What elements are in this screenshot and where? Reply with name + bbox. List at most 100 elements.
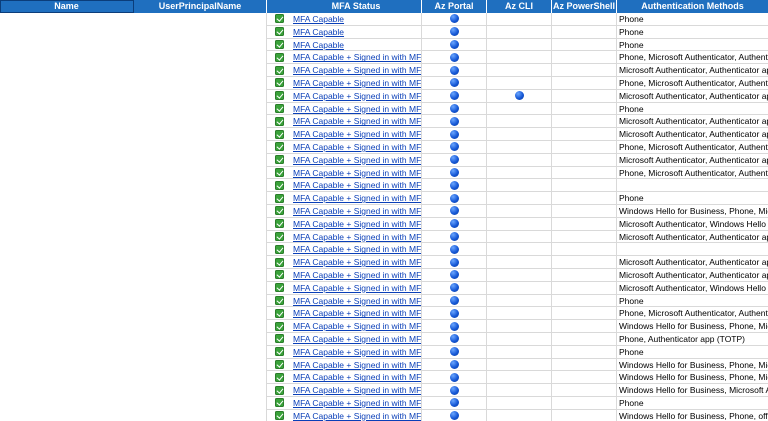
mfa-status-link[interactable]: MFA Capable + Signed in with MFA <box>293 142 421 152</box>
mfa-status-link[interactable]: MFA Capable + Signed in with MFA <box>293 372 421 382</box>
az-portal-cell <box>422 204 487 218</box>
mfa-status-cell: MFA Capable + Signed in with MFA <box>291 89 422 103</box>
mfa-check-cell <box>267 64 291 77</box>
mfa-status-link[interactable]: MFA Capable + Signed in with MFA <box>293 91 421 101</box>
header-check-column[interactable] <box>267 0 291 13</box>
mfa-check-cell <box>267 179 291 193</box>
header-authentication-methods[interactable]: Authentication Methods <box>617 0 768 13</box>
table-row[interactable]: MFA Capable + Signed in with MFA Microsof… <box>267 128 768 141</box>
table-row[interactable]: MFA Capable + Signed in with MFA Microsof… <box>267 230 768 244</box>
table-row[interactable]: MFA Capable + Signed in with MFA Phone, M… <box>267 76 768 90</box>
mfa-status-link[interactable]: MFA Capable + Signed in with MFA <box>293 308 421 318</box>
mfa-status-link[interactable]: MFA Capable + Signed in with MFA <box>293 104 421 114</box>
check-icon <box>274 372 284 382</box>
check-icon <box>274 257 284 267</box>
check-icon <box>274 347 284 357</box>
table-row[interactable]: MFA Capable + Signed in with MFA Phone, A… <box>267 332 768 346</box>
table-row[interactable]: MFA Capable + Signed in with MFA <box>267 179 768 193</box>
mfa-status-link[interactable]: MFA Capable + Signed in with MFA <box>293 360 421 370</box>
mfa-status-link[interactable]: MFA Capable <box>293 40 344 50</box>
mfa-check-cell <box>267 90 291 103</box>
table-row[interactable]: MFA Capable + Signed in with MFA Phone <box>267 345 768 359</box>
mfa-status-link[interactable]: MFA Capable + Signed in with MFA <box>293 296 421 306</box>
table-row[interactable]: MFA Capable + Signed in with MFA Microsof… <box>267 217 768 231</box>
table-row[interactable]: MFA Capable + Signed in with MFA Phone <box>267 102 768 116</box>
table-row[interactable]: MFA Capable + Signed in with MFA Phone <box>267 294 768 308</box>
mfa-status-link[interactable]: MFA Capable <box>293 27 344 37</box>
table-row[interactable]: MFA Capable + Signed in with MFA Phone, M… <box>267 140 768 154</box>
authentication-methods-cell: Phone <box>617 295 768 308</box>
table-row[interactable]: MFA Capable + Signed in with MFA Microsof… <box>267 89 768 103</box>
mfa-status-link[interactable]: MFA Capable + Signed in with MFA <box>293 244 421 254</box>
table-row[interactable]: MFA Capable + Signed in with MFA Microsof… <box>267 64 768 77</box>
table-row[interactable]: MFA Capable + Signed in with MFA Microsof… <box>267 256 768 269</box>
table-row[interactable]: MFA Capable + Signed in with MFA Microsof… <box>267 153 768 167</box>
mfa-status-link[interactable]: MFA Capable + Signed in with MFA <box>293 168 421 178</box>
header-mfa-status[interactable]: MFA Status <box>291 0 422 13</box>
table-row[interactable]: MFA Capable + Signed in with MFA Windows … <box>267 358 768 372</box>
mfa-status-cell: MFA Capable + Signed in with MFA <box>291 179 422 193</box>
mfa-status-link[interactable]: MFA Capable + Signed in with MFA <box>293 232 421 242</box>
mfa-status-link[interactable]: MFA Capable + Signed in with MFA <box>293 193 421 203</box>
az-cli-cell <box>487 320 552 333</box>
header-az-powershell[interactable]: Az PowerShell <box>552 0 617 13</box>
az-portal-cell <box>422 51 487 65</box>
az-powershell-cell <box>552 204 617 218</box>
table-row[interactable]: MFA Capable + Signed in with MFA Phone <box>267 192 768 205</box>
table-row[interactable]: MFA Capable + Signed in with MFA Windows … <box>267 204 768 218</box>
table-row[interactable]: MFA Capable + Signed in with MFA Microsof… <box>267 281 768 295</box>
table-row[interactable]: MFA Capable + Signed in with MFA Windows … <box>267 384 768 397</box>
az-powershell-cell <box>552 409 617 421</box>
mfa-status-link[interactable]: MFA Capable + Signed in with MFA <box>293 129 421 139</box>
header-az-portal[interactable]: Az Portal <box>422 0 487 13</box>
mfa-status-link[interactable]: MFA Capable + Signed in with MFA <box>293 347 421 357</box>
header-name[interactable]: Name <box>0 0 134 13</box>
spreadsheet: Name UserPrincipalName MFA Status Az Por… <box>0 0 768 421</box>
mfa-status-link[interactable]: MFA Capable + Signed in with MFA <box>293 257 421 267</box>
table-row[interactable]: MFA Capable + Signed in with MFA Phone <box>267 396 768 410</box>
mfa-status-link[interactable]: MFA Capable + Signed in with MFA <box>293 334 421 344</box>
mfa-check-cell <box>267 397 291 410</box>
mfa-status-link[interactable]: MFA Capable + Signed in with MFA <box>293 219 421 229</box>
table-row[interactable]: MFA Capable + Signed in with MFA Phone, M… <box>267 51 768 65</box>
redacted-name-upn-area <box>0 13 267 421</box>
table-row[interactable]: MFA Capable + Signed in with MFA Phone, M… <box>267 307 768 321</box>
blue-dot-icon <box>449 283 459 293</box>
table-row[interactable]: MFA Capable + Signed in with MFA Windows … <box>267 320 768 333</box>
table-row[interactable]: MFA Capable + Signed in with MFA Phone, M… <box>267 166 768 180</box>
table-row[interactable]: MFA Capable Phone <box>267 25 768 39</box>
mfa-status-link[interactable]: MFA Capable + Signed in with MFA <box>293 321 421 331</box>
mfa-status-link[interactable]: MFA Capable + Signed in with MFA <box>293 52 421 62</box>
mfa-status-link[interactable]: MFA Capable + Signed in with MFA <box>293 65 421 75</box>
az-portal-cell <box>422 332 487 346</box>
az-cli-cell <box>487 25 552 39</box>
mfa-status-link[interactable]: MFA Capable <box>293 14 344 24</box>
mfa-status-link[interactable]: MFA Capable + Signed in with MFA <box>293 283 421 293</box>
header-user-principal-name[interactable]: UserPrincipalName <box>134 0 267 13</box>
mfa-status-link[interactable]: MFA Capable + Signed in with MFA <box>293 270 421 280</box>
authentication-methods-cell: Microsoft Authenticator, Windows Hello f <box>617 218 768 231</box>
az-cli-cell <box>487 307 552 321</box>
mfa-status-link[interactable]: MFA Capable + Signed in with MFA <box>293 411 421 421</box>
table-row[interactable]: MFA Capable + Signed in with MFA Microsof… <box>267 115 768 129</box>
table-row[interactable]: MFA Capable + Signed in with MFA Windows … <box>267 371 768 385</box>
table-row[interactable]: MFA Capable + Signed in with MFA Windows … <box>267 409 768 421</box>
table-row[interactable]: MFA Capable + Signed in with MFA Microsof… <box>267 268 768 282</box>
table-row[interactable]: MFA Capable Phone <box>267 38 768 52</box>
table-row[interactable]: MFA Capable Phone <box>267 13 768 26</box>
table-row[interactable]: MFA Capable + Signed in with MFA <box>267 243 768 257</box>
mfa-status-link[interactable]: MFA Capable + Signed in with MFA <box>293 385 421 395</box>
mfa-check-cell <box>267 192 291 205</box>
mfa-status-link[interactable]: MFA Capable + Signed in with MFA <box>293 180 421 190</box>
mfa-status-link[interactable]: MFA Capable + Signed in with MFA <box>293 116 421 126</box>
az-portal-cell <box>422 230 487 244</box>
header-az-cli[interactable]: Az CLI <box>487 0 552 13</box>
authentication-methods-cell: Windows Hello for Business, Phone, Micro <box>617 205 768 218</box>
mfa-status-link[interactable]: MFA Capable + Signed in with MFA <box>293 206 421 216</box>
blue-dot-icon <box>449 398 459 408</box>
mfa-status-link[interactable]: MFA Capable + Signed in with MFA <box>293 155 421 165</box>
mfa-status-link[interactable]: MFA Capable + Signed in with MFA <box>293 398 421 408</box>
blue-dot-icon <box>449 142 459 152</box>
authentication-methods-cell: Microsoft Authenticator, Authenticator a… <box>617 90 768 103</box>
mfa-status-link[interactable]: MFA Capable + Signed in with MFA <box>293 78 421 88</box>
